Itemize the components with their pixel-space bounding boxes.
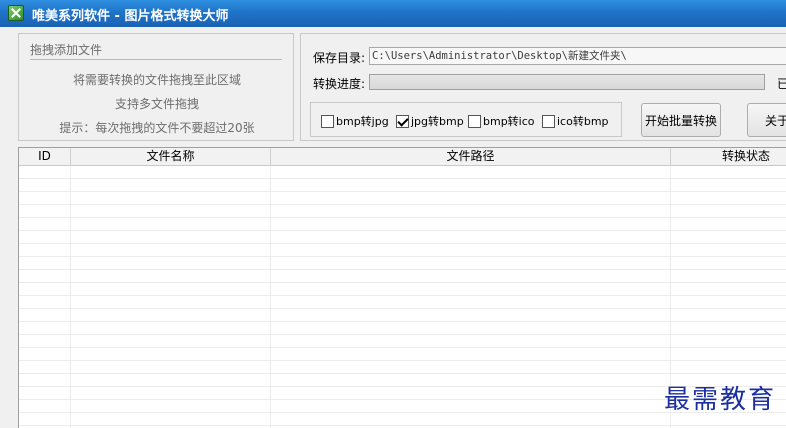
option-2-label: bmp转ico [483,115,535,128]
option-0-label: bmp转jpg [336,115,389,128]
option-ico-to-bmp[interactable]: ico转bmp [542,113,609,129]
option-jpg-to-bmp[interactable]: jpg转bmp [396,113,464,129]
column-header-id[interactable]: ID [19,148,71,166]
option-bmp-to-ico[interactable]: bmp转ico [468,113,535,129]
save-dir-field[interactable]: C:\Users\Administrator\Desktop\新建文件夹\ [369,47,786,65]
conversion-options: bmp转jpg jpg转bmp bmp转ico ico转bmp [310,102,622,137]
column-divider [270,166,271,428]
conversion-progress-bar [369,74,765,90]
option-2-checkbox[interactable] [468,114,481,128]
column-header-status[interactable]: 转换状态 [671,148,786,166]
window-title: 唯美系列软件 - 图片格式转换大师 [32,9,229,24]
table-header: ID 文件名称 文件路径 转换状态 [19,148,786,166]
drop-hint: 提示：每次拖拽的文件不要超过20张 [59,121,255,135]
option-1-label: jpg转bmp [411,115,464,128]
column-divider [70,166,71,428]
drop-multi-file-note: 支持多文件拖拽 [114,97,199,111]
column-header-file-path[interactable]: 文件路径 [271,148,671,166]
option-1-checkbox[interactable] [396,114,409,128]
start-batch-convert-button[interactable]: 开始批量转换 [641,103,721,137]
option-bmp-to-jpg[interactable]: bmp转jpg [321,113,389,129]
option-3-label: ico转bmp [557,115,609,128]
progress-text: 已 [777,77,786,91]
option-0-checkbox[interactable] [321,114,334,128]
drop-area-divider [30,59,282,60]
title-bar[interactable]: 唯美系列软件 - 图片格式转换大师 [0,0,786,27]
option-3-checkbox[interactable] [542,114,555,128]
app-icon [8,5,24,21]
progress-label: 转换进度: [313,77,366,91]
column-header-file-name[interactable]: 文件名称 [71,148,271,166]
settings-panel: 保存目录: C:\Users\Administrator\Desktop\新建文… [300,33,786,141]
drop-area-title: 拖拽添加文件 [30,43,103,57]
about-button[interactable]: 关于 [747,103,786,137]
watermark: 最需教育 [664,385,777,415]
drop-instruction: 将需要转换的文件拖拽至此区域 [72,73,241,87]
file-drop-area[interactable]: 拖拽添加文件 将需要转换的文件拖拽至此区域 支持多文件拖拽 提示：每次拖拽的文件… [18,33,294,141]
save-dir-label: 保存目录: [313,51,366,65]
